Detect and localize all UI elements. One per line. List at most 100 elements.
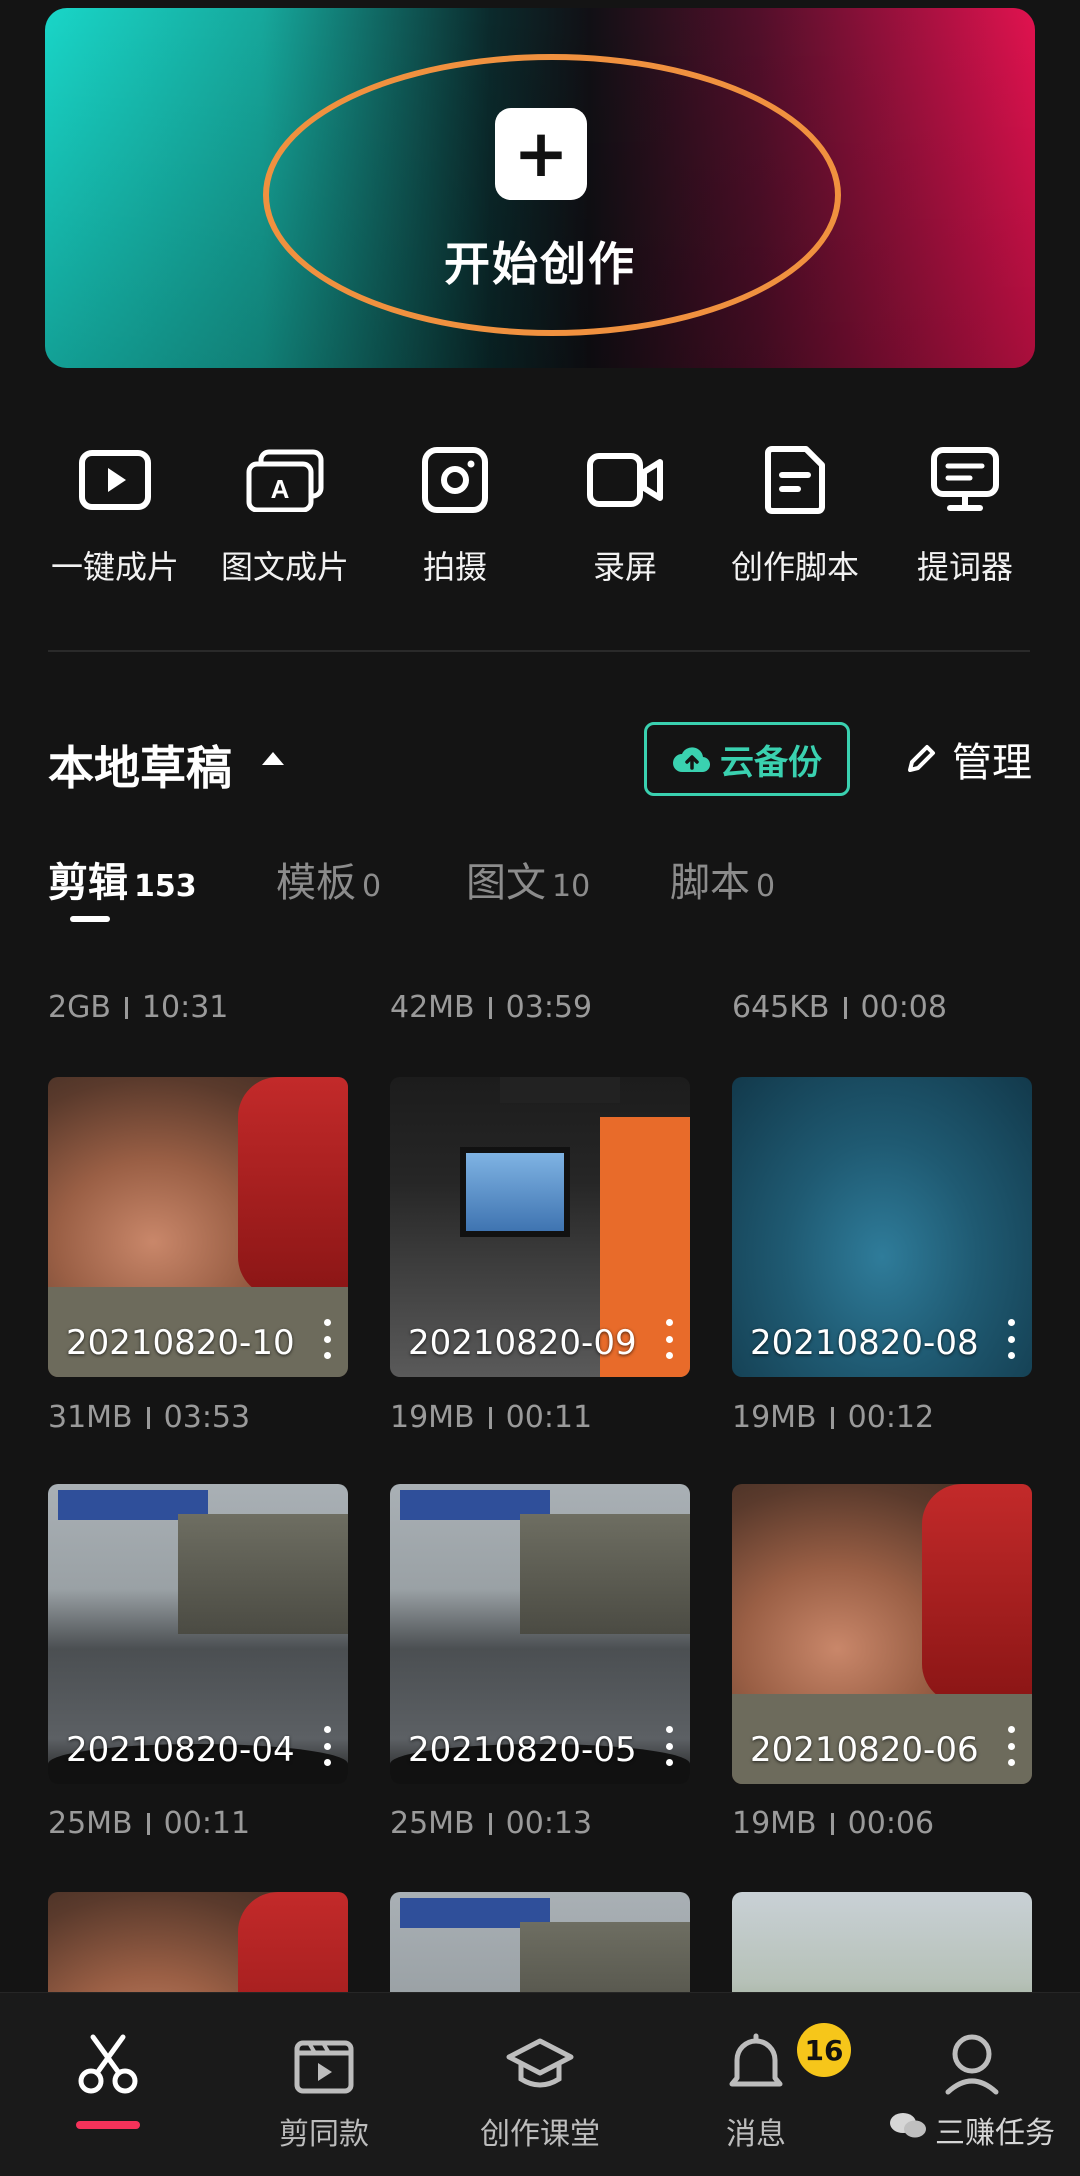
more-icon[interactable] xyxy=(664,1726,674,1766)
bottom-navigation: 剪同款 创作课堂 消息 xyxy=(0,1992,1080,2176)
thumbnail-detail xyxy=(178,1514,348,1634)
draft-size: 25MB xyxy=(48,1806,133,1841)
scissors-icon xyxy=(73,2029,143,2099)
tool-label: 拍摄 xyxy=(422,548,487,586)
separator xyxy=(146,1813,150,1835)
tab-edit[interactable]: 剪辑 153 xyxy=(48,850,197,908)
draft-thumbnail[interactable]: 20210820-05 xyxy=(390,1484,690,1784)
thumbnail-detail xyxy=(922,1484,1032,1704)
screen-record-icon xyxy=(585,440,665,520)
draft-size: 645KB xyxy=(732,990,830,1025)
draft-meta: 19MB 00:11 xyxy=(390,1400,592,1435)
nav-template[interactable]: 剪同款 xyxy=(216,1993,432,2176)
tool-label: 录屏 xyxy=(592,548,657,586)
separator xyxy=(146,1407,150,1429)
tool-text-to-video[interactable]: A 图文成片 xyxy=(200,440,370,600)
draft-duration: 00:11 xyxy=(163,1806,251,1841)
svg-text:A: A xyxy=(271,474,290,504)
draft-tabs: 剪辑 153 模板 0 图文 10 脚本 0 xyxy=(48,850,1032,930)
tab-template[interactable]: 模板 0 xyxy=(276,850,381,908)
caret-up-icon[interactable] xyxy=(262,752,284,765)
plus-icon[interactable]: + xyxy=(495,108,587,200)
tab-active-indicator xyxy=(70,916,110,922)
more-icon[interactable] xyxy=(664,1319,674,1359)
nav-creator-class[interactable]: 创作课堂 xyxy=(432,1993,648,2176)
draft-title: 20210820-09 xyxy=(408,1323,637,1363)
play-icon xyxy=(75,440,155,520)
script-icon xyxy=(755,440,835,520)
manage-button[interactable]: 管理 xyxy=(904,730,1032,788)
local-drafts-title[interactable]: 本地草稿 xyxy=(48,732,232,798)
draft-duration: 00:06 xyxy=(847,1806,935,1841)
draft-thumbnail[interactable]: 20210820-08 xyxy=(732,1077,1032,1377)
tool-one-click-video[interactable]: 一键成片 xyxy=(30,440,200,600)
text-to-video-icon: A xyxy=(245,440,325,520)
draft-meta: 25MB 00:13 xyxy=(390,1806,592,1841)
cloud-backup-button[interactable]: 云备份 xyxy=(644,722,850,796)
thumbnail-detail xyxy=(460,1147,570,1237)
draft-meta: 42MB 03:59 xyxy=(390,990,592,1025)
graduation-cap-icon xyxy=(505,2029,575,2099)
draft-meta: 25MB 00:11 xyxy=(48,1806,250,1841)
profile-icon xyxy=(937,2029,1007,2099)
nav-messages[interactable]: 消息 xyxy=(648,1993,864,2176)
tool-camera[interactable]: 拍摄 xyxy=(370,440,540,600)
bell-icon xyxy=(721,2029,791,2099)
draft-size: 42MB xyxy=(390,990,475,1025)
more-icon[interactable] xyxy=(1006,1319,1016,1359)
draft-duration: 03:53 xyxy=(163,1400,251,1435)
draft-meta: 31MB 03:53 xyxy=(48,1400,250,1435)
tool-label: 图文成片 xyxy=(220,548,349,586)
tool-screen-record[interactable]: 录屏 xyxy=(540,440,710,600)
draft-title: 20210820-06 xyxy=(750,1730,979,1770)
nav-edit[interactable] xyxy=(0,1993,216,2176)
tab-name: 脚本 xyxy=(670,860,750,906)
draft-title: 20210820-05 xyxy=(408,1730,637,1770)
tab-name: 模板 xyxy=(276,860,356,906)
separator xyxy=(488,1407,492,1429)
tab-image-text[interactable]: 图文 10 xyxy=(466,850,590,908)
thumbnail-detail xyxy=(520,1514,690,1634)
tab-count: 0 xyxy=(362,869,382,904)
divider xyxy=(48,650,1030,652)
separator xyxy=(124,997,128,1019)
watermark-text: 三赚任务 xyxy=(935,2116,1055,2151)
notification-badge: 16 xyxy=(797,2023,851,2077)
cloud-backup-label: 云备份 xyxy=(720,742,822,783)
template-icon xyxy=(289,2029,359,2099)
tool-label: 提词器 xyxy=(916,548,1013,586)
more-icon[interactable] xyxy=(322,1319,332,1359)
tab-script[interactable]: 脚本 0 xyxy=(670,850,775,908)
draft-size: 31MB xyxy=(48,1400,133,1435)
draft-thumbnail[interactable]: 20210820-04 xyxy=(48,1484,348,1784)
start-creation-label: 开始创作 xyxy=(444,237,636,291)
start-creation-banner[interactable]: + 开始创作 xyxy=(45,8,1035,368)
draft-size: 2GB xyxy=(48,990,111,1025)
thumbnail-detail xyxy=(238,1077,348,1297)
separator xyxy=(488,1813,492,1835)
draft-duration: 03:59 xyxy=(505,990,593,1025)
separator xyxy=(830,1813,834,1835)
draft-thumbnail[interactable]: 20210820-09 xyxy=(390,1077,690,1377)
nav-active-indicator xyxy=(76,2121,140,2129)
draft-duration: 10:31 xyxy=(141,990,229,1025)
draft-thumbnail[interactable]: 20210820-06 xyxy=(732,1484,1032,1784)
tab-count: 153 xyxy=(134,869,197,904)
more-icon[interactable] xyxy=(1006,1726,1016,1766)
tool-teleprompter[interactable]: 提词器 xyxy=(880,440,1050,600)
draft-meta: 645KB 00:08 xyxy=(732,990,947,1025)
tab-count: 10 xyxy=(552,869,591,904)
draft-thumbnail[interactable]: 20210820-10 xyxy=(48,1077,348,1377)
more-icon[interactable] xyxy=(322,1726,332,1766)
local-drafts-header: 本地草稿 云备份 管理 xyxy=(48,722,1032,802)
draft-duration: 00:13 xyxy=(505,1806,593,1841)
draft-size: 25MB xyxy=(390,1806,475,1841)
draft-meta: 19MB 00:12 xyxy=(732,1400,934,1435)
draft-title: 20210820-04 xyxy=(66,1730,295,1770)
draft-size: 19MB xyxy=(732,1806,817,1841)
tool-script[interactable]: 创作脚本 xyxy=(710,440,880,600)
separator xyxy=(830,1407,834,1429)
tool-label: 一键成片 xyxy=(50,548,179,586)
camera-icon xyxy=(415,440,495,520)
draft-duration: 00:11 xyxy=(505,1400,593,1435)
